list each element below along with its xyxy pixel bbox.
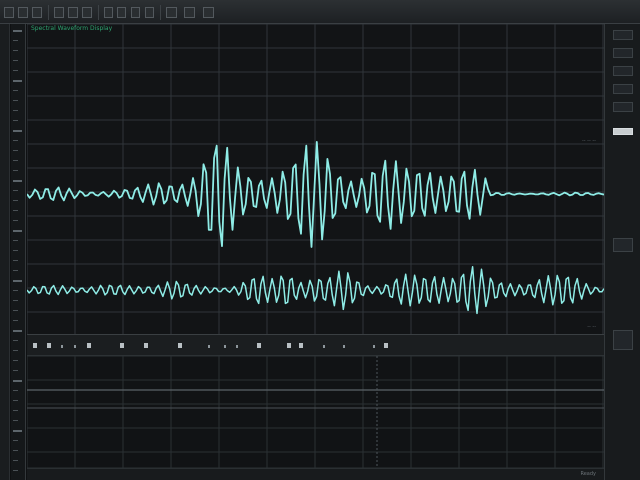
ruler-tick: [13, 180, 22, 182]
lower-tool-3[interactable]: [61, 345, 63, 348]
left-sidebar: [0, 24, 10, 480]
lower-tool-1[interactable]: [33, 343, 37, 348]
ruler-tick: [13, 200, 18, 201]
ruler-tick: [13, 350, 18, 351]
ruler-tick: [13, 140, 18, 141]
toolbar-button-11[interactable]: [166, 7, 177, 18]
audio-editor-app: Spectral Waveform Display -- -- -- -- --: [0, 0, 640, 480]
ruler-tick: [13, 80, 22, 82]
lower-tool-7[interactable]: [144, 343, 148, 348]
lower-tool-12[interactable]: [257, 343, 261, 348]
right-panel: [604, 24, 640, 480]
file-icon[interactable]: [4, 7, 14, 18]
ruler-tick: [13, 160, 18, 161]
right-control-7[interactable]: [613, 330, 633, 350]
status-text: Ready: [580, 471, 596, 477]
selected-control[interactable]: [613, 128, 633, 135]
ruler-tick: [13, 120, 18, 121]
ruler-tick: [13, 320, 18, 321]
settings-icon[interactable]: [117, 7, 126, 18]
lower-channel-info: -- --: [587, 324, 596, 330]
right-control-4[interactable]: [613, 84, 633, 94]
ruler-tick: [13, 370, 18, 371]
lower-tool-17[interactable]: [373, 345, 375, 348]
lower-tool-16[interactable]: [343, 345, 345, 348]
ruler-tick: [13, 300, 18, 301]
ruler-tick: [13, 210, 18, 211]
ruler-tick: [13, 360, 18, 361]
ruler-tick: [13, 420, 18, 421]
lower-tool-14[interactable]: [299, 343, 303, 348]
lower-tool-5[interactable]: [87, 343, 91, 348]
upper-channel-info: -- -- --: [581, 138, 596, 144]
ruler-tick: [13, 380, 22, 382]
ruler-tick: [13, 110, 18, 111]
waveform-svg: [27, 24, 604, 334]
lower-tool-8[interactable]: [178, 343, 182, 348]
toolbar-button-9[interactable]: [131, 7, 140, 18]
ruler-tick: [13, 130, 22, 132]
lower-tool-9[interactable]: [208, 345, 210, 348]
play-icon[interactable]: [68, 7, 78, 18]
right-control-3[interactable]: [613, 66, 633, 76]
ruler-tick: [13, 260, 18, 261]
main-waveform-plot[interactable]: Spectral Waveform Display -- -- -- -- --: [27, 24, 604, 334]
ruler-tick: [13, 100, 18, 101]
plot-title: Spectral Waveform Display: [31, 25, 113, 32]
open-icon[interactable]: [18, 7, 28, 18]
top-toolbar: [0, 0, 640, 24]
right-control-1[interactable]: [613, 30, 633, 40]
ruler-tick: [13, 330, 22, 332]
zoom-icon[interactable]: [104, 7, 113, 18]
stop-icon[interactable]: [82, 7, 92, 18]
right-control-5[interactable]: [613, 102, 633, 112]
ruler-tick: [13, 60, 18, 61]
record-icon[interactable]: [54, 7, 64, 18]
lower-tool-2[interactable]: [47, 343, 51, 348]
toolbar-button-13[interactable]: [203, 7, 214, 18]
ruler-tick: [13, 450, 18, 451]
ruler-tick: [13, 90, 18, 91]
status-bar: Ready: [27, 468, 604, 480]
ruler-tick: [13, 290, 18, 291]
ruler-tick: [13, 40, 18, 41]
lower-tool-11[interactable]: [236, 345, 238, 348]
ruler-tick: [13, 250, 18, 251]
lower-tool-10[interactable]: [224, 345, 226, 348]
ruler-tick: [13, 30, 22, 32]
ruler-tick: [13, 150, 18, 151]
ruler-tick: [13, 400, 18, 401]
lower-tool-13[interactable]: [287, 343, 291, 348]
ruler-tick: [13, 430, 22, 432]
lower-tool-4[interactable]: [74, 345, 76, 348]
toolbar-button-10[interactable]: [145, 7, 154, 18]
ruler-tick: [13, 460, 18, 461]
ruler-tick: [13, 70, 18, 71]
save-icon[interactable]: [32, 7, 42, 18]
right-control-6[interactable]: [613, 238, 633, 252]
lower-tool-6[interactable]: [120, 343, 124, 348]
ruler-tick: [13, 280, 22, 282]
ruler-tick: [13, 270, 18, 271]
vertical-ruler: [11, 24, 26, 480]
overview-svg: [27, 356, 604, 468]
lower-tool-18[interactable]: [384, 343, 388, 348]
ruler-tick: [13, 230, 22, 232]
ruler-tick: [13, 170, 18, 171]
ruler-tick: [13, 410, 18, 411]
lower-tool-15[interactable]: [323, 345, 325, 348]
ruler-tick: [13, 310, 18, 311]
ruler-tick: [13, 440, 18, 441]
right-control-2[interactable]: [613, 48, 633, 58]
ruler-tick: [13, 340, 18, 341]
ruler-tick: [13, 470, 18, 471]
toolbar-button-12[interactable]: [184, 7, 195, 18]
ruler-tick: [13, 240, 18, 241]
lower-toolbar: [27, 334, 604, 356]
lower-overview-plot[interactable]: [27, 356, 604, 468]
ruler-tick: [13, 190, 18, 191]
ruler-tick: [13, 220, 18, 221]
ruler-tick: [13, 50, 18, 51]
ruler-tick: [13, 390, 18, 391]
